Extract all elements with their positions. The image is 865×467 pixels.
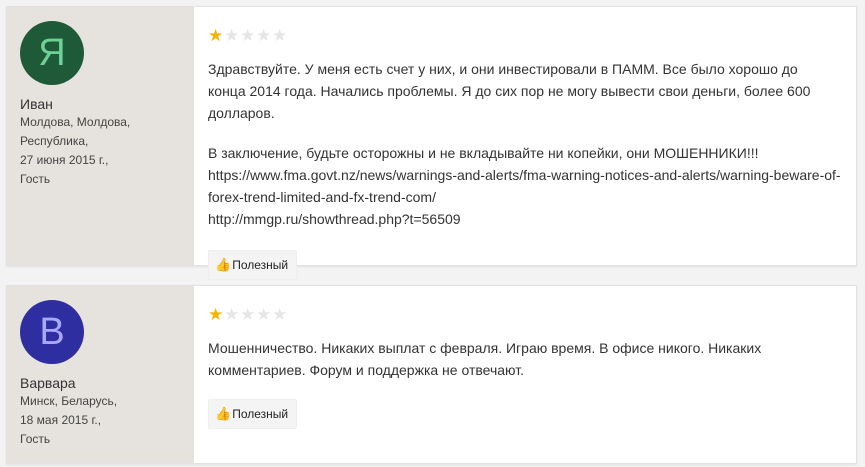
review-paragraph: Здравствуйте. У меня есть счет у них, и … [208, 61, 811, 121]
star-icon: ★ [240, 26, 256, 45]
review-author-panel: В Варвара Минск, Беларусь, 18 мая 2015 г… [7, 286, 194, 463]
author-role: Гость [20, 172, 51, 186]
author-role: Гость [20, 432, 51, 446]
avatar: Я [20, 21, 84, 85]
useful-label: Полезный [232, 258, 289, 272]
author-meta: Минск, Беларусь, 18 мая 2015 г., Гость [20, 392, 194, 449]
review-date: 27 июня 2015 г., [20, 153, 109, 167]
star-icon: ★ [256, 26, 272, 45]
review-link: https://www.fma.govt.nz/news/warnings-an… [208, 167, 841, 205]
star-icon: ★ [208, 26, 224, 45]
author-name: Варвара [20, 375, 76, 391]
star-icon: ★ [224, 26, 240, 45]
star-icon: ★ [256, 305, 272, 324]
review-date: 18 мая 2015 г., [20, 413, 102, 427]
useful-label: Полезный [232, 407, 289, 421]
star-icon: ★ [224, 305, 240, 324]
thumbs-up-icon: 👍 [215, 406, 232, 421]
review-content: ★ ★ ★ ★ ★ Мошенничество. Никаких выплат … [194, 286, 856, 463]
author-name: Иван [20, 96, 53, 112]
rating-stars: ★ ★ ★ ★ ★ [208, 27, 856, 45]
review-card: Я Иван Молдова, Молдова, Республика, 27 … [6, 6, 857, 280]
avatar: В [20, 300, 84, 364]
useful-button[interactable]: 👍 Полезный [208, 399, 298, 429]
review-link: http://mmgp.ru/showthread.php?t=56509 [208, 211, 461, 227]
review-paragraph: Мошенничество. Никаких выплат с февраля.… [208, 340, 762, 378]
star-icon: ★ [272, 305, 288, 324]
review-paragraph: В заключение, будьте осторожны и не вкла… [208, 145, 759, 161]
author-location: Минск, Беларусь, [20, 394, 118, 408]
author-meta: Молдова, Молдова, Республика, 27 июня 20… [20, 113, 194, 189]
star-icon: ★ [272, 26, 288, 45]
review-text: Здравствуйте. У меня есть счет у них, и … [208, 58, 841, 230]
star-icon: ★ [208, 305, 224, 324]
useful-button[interactable]: 👍 Полезный [208, 250, 298, 280]
review-text: Мошенничество. Никаких выплат с февраля.… [208, 337, 838, 381]
review-content: ★ ★ ★ ★ ★ Здравствуйте. У меня есть счет… [194, 7, 856, 280]
author-location: Молдова, Молдова, [20, 115, 131, 129]
review-card: В Варвара Минск, Беларусь, 18 мая 2015 г… [6, 285, 857, 464]
rating-stars: ★ ★ ★ ★ ★ [208, 306, 856, 324]
star-icon: ★ [240, 305, 256, 324]
thumbs-up-icon: 👍 [215, 257, 232, 272]
author-location: Республика, [20, 134, 89, 148]
review-author-panel: Я Иван Молдова, Молдова, Республика, 27 … [7, 7, 194, 265]
